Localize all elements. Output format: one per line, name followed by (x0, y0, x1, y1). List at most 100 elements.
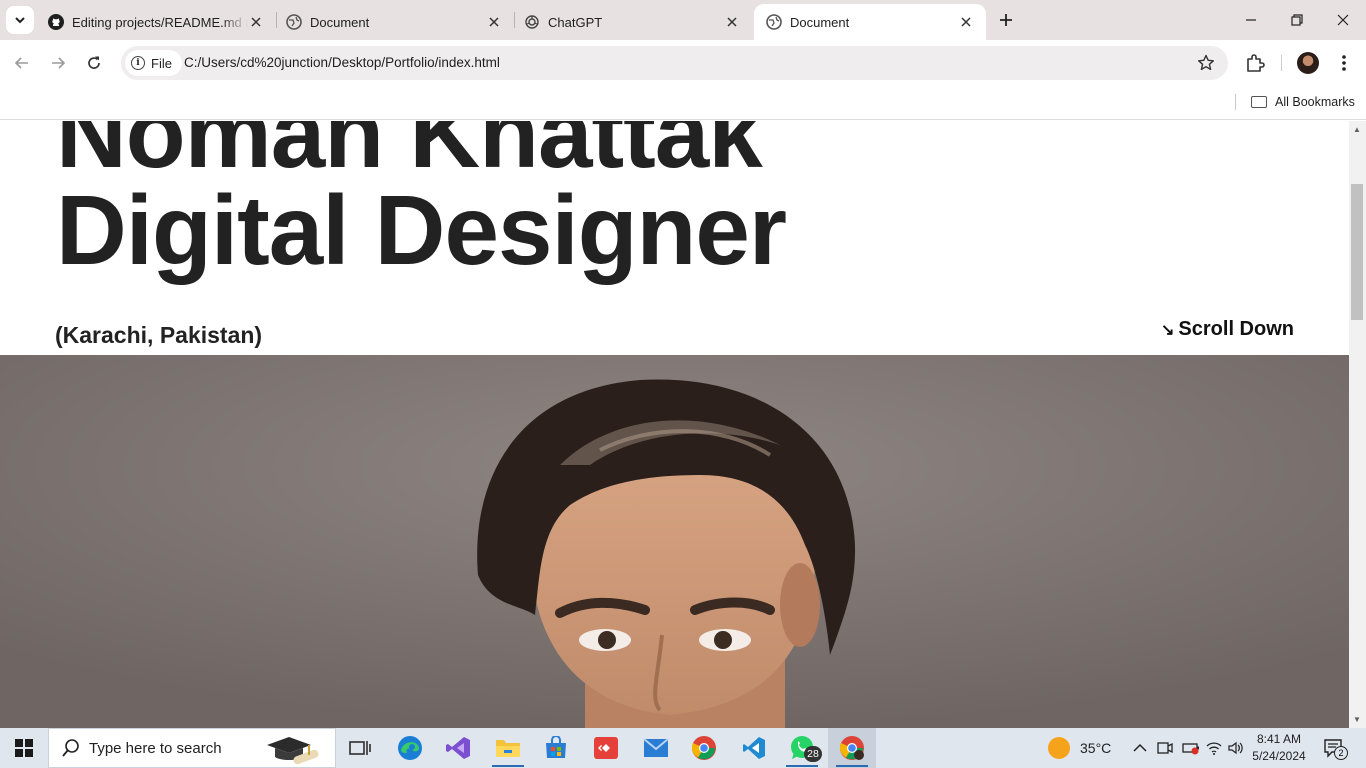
tray-meet-button[interactable] (1157, 728, 1173, 768)
tab-chatgpt[interactable]: ChatGPT (512, 4, 752, 40)
chevron-up-icon (1133, 743, 1147, 752)
tab-document-1[interactable]: Document (274, 4, 514, 40)
graduation-cap-icon (267, 737, 319, 765)
globe-icon (766, 14, 782, 30)
restore-icon (1291, 14, 1303, 26)
scroll-up-arrow[interactable]: ▲ (1353, 125, 1361, 134)
site-info-chip[interactable]: i File (125, 50, 182, 76)
close-icon[interactable] (486, 14, 502, 30)
tray-volume-button[interactable] (1228, 728, 1244, 768)
scroll-down-arrow[interactable]: ▼ (1353, 715, 1361, 724)
wifi-icon (1206, 742, 1222, 755)
taskbar-search-box[interactable]: Type here to search (48, 728, 336, 768)
tab-github-readme[interactable]: Editing projects/README.md at (36, 4, 276, 40)
bookmarks-bar: All Bookmarks (0, 86, 1366, 120)
store-icon (546, 736, 566, 758)
notification-center-button[interactable]: 2 (1322, 736, 1348, 760)
scrollbar-thumb[interactable] (1351, 184, 1363, 320)
tab-strip: Editing projects/README.md at Document C… (0, 0, 1366, 40)
tray-battery-button[interactable] (1182, 728, 1200, 768)
clock-date: 5/24/2024 (1252, 749, 1306, 763)
address-bar[interactable]: i File C:/Users/cd%20junction/Desktop/Po… (121, 46, 1228, 80)
chrome-icon (691, 736, 716, 760)
minimize-button[interactable] (1228, 0, 1274, 40)
chrome-profile-app[interactable] (828, 728, 876, 768)
new-tab-button[interactable] (994, 8, 1018, 32)
microsoft-store-app[interactable] (532, 728, 580, 768)
bookmarks-separator (1235, 94, 1236, 110)
hero-name: Noman Khattak (56, 121, 763, 188)
back-button[interactable] (8, 49, 36, 77)
chatgpt-icon (524, 14, 540, 30)
tab-title: Document (310, 14, 370, 30)
close-icon[interactable] (724, 14, 740, 30)
anydesk-icon (594, 737, 618, 759)
close-icon[interactable] (248, 14, 264, 30)
visual-studio-icon (446, 737, 470, 759)
chrome-icon (839, 736, 864, 760)
close-window-button[interactable] (1320, 0, 1366, 40)
puzzle-icon (1247, 54, 1265, 72)
chrome-menu-button[interactable] (1332, 51, 1356, 75)
url-text[interactable]: C:/Users/cd%20junction/Desktop/Portfolio… (184, 55, 500, 70)
chrome-app[interactable] (680, 728, 728, 768)
extensions-button[interactable] (1243, 51, 1267, 75)
hero-heading: Noman Khattak Digital Designer (56, 121, 787, 285)
notification-count-badge: 2 (1334, 746, 1348, 760)
location-text: (Karachi, Pakistan) (55, 322, 263, 348)
search-placeholder: Type here to search (89, 739, 222, 757)
show-hidden-icons-button[interactable] (1133, 728, 1147, 768)
restore-button[interactable] (1274, 0, 1320, 40)
weather-widget[interactable]: 35°C (1048, 728, 1111, 768)
battery-icon (1182, 743, 1199, 755)
file-explorer-app[interactable] (484, 728, 532, 768)
visual-studio-app[interactable] (434, 728, 482, 768)
mail-app[interactable] (632, 728, 680, 768)
reload-icon (88, 56, 100, 69)
portrait-image (0, 355, 1349, 728)
profile-avatar[interactable] (1297, 52, 1319, 74)
hero-role: Digital Designer (56, 175, 787, 285)
tab-title: ChatGPT (548, 14, 603, 30)
reload-button[interactable] (80, 49, 108, 77)
task-view-button[interactable] (336, 728, 384, 768)
weather-temp: 35°C (1080, 740, 1112, 756)
camera-icon (1157, 742, 1173, 754)
whatsapp-unread-badge: 28 (804, 746, 822, 762)
tab-document-active[interactable]: Document (754, 4, 986, 40)
clock-time: 8:41 AM (1256, 732, 1302, 746)
chevron-down-icon (15, 17, 25, 24)
edge-app[interactable] (386, 728, 434, 768)
scroll-down-label: Scroll Down (1178, 318, 1294, 340)
tray-network-button[interactable] (1206, 728, 1222, 768)
whatsapp-app[interactable]: 28 (778, 728, 826, 768)
start-button[interactable] (0, 728, 48, 768)
speaker-icon (1228, 741, 1243, 755)
github-icon (48, 14, 64, 30)
tab-title: Editing projects/README.md at (72, 14, 248, 30)
vscode-icon (743, 737, 765, 759)
anydesk-app[interactable] (582, 728, 630, 768)
bookmark-star-button[interactable] (1196, 53, 1216, 73)
scroll-down-link[interactable]: ↘ Scroll Down (1161, 318, 1294, 341)
kebab-menu-icon (1342, 55, 1346, 71)
windows-logo-icon (15, 739, 33, 757)
edge-icon (398, 736, 422, 760)
plus-icon (1000, 14, 1012, 26)
close-icon[interactable] (958, 14, 974, 30)
forward-button[interactable] (44, 49, 72, 77)
folder-icon (1251, 96, 1267, 108)
arrow-right-icon (52, 57, 66, 69)
tab-search-button[interactable] (6, 6, 34, 34)
all-bookmarks-button[interactable]: All Bookmarks (1251, 92, 1355, 112)
sun-icon (1048, 737, 1070, 759)
vscode-app[interactable] (730, 728, 778, 768)
taskbar-clock[interactable]: 8:41 AM 5/24/2024 (1246, 731, 1312, 765)
page-viewport: Noman Khattak Digital Designer (Karachi,… (0, 121, 1349, 728)
page-scrollbar[interactable]: ▲ ▼ (1349, 121, 1366, 728)
toolbar-divider (1281, 55, 1282, 71)
globe-icon (286, 14, 302, 30)
windows-taskbar: Type here to search 28 35°C 8:41 AM 5/24… (0, 728, 1366, 768)
arrow-down-right-icon: ↘ (1161, 321, 1175, 339)
tab-title: Document (790, 14, 850, 30)
